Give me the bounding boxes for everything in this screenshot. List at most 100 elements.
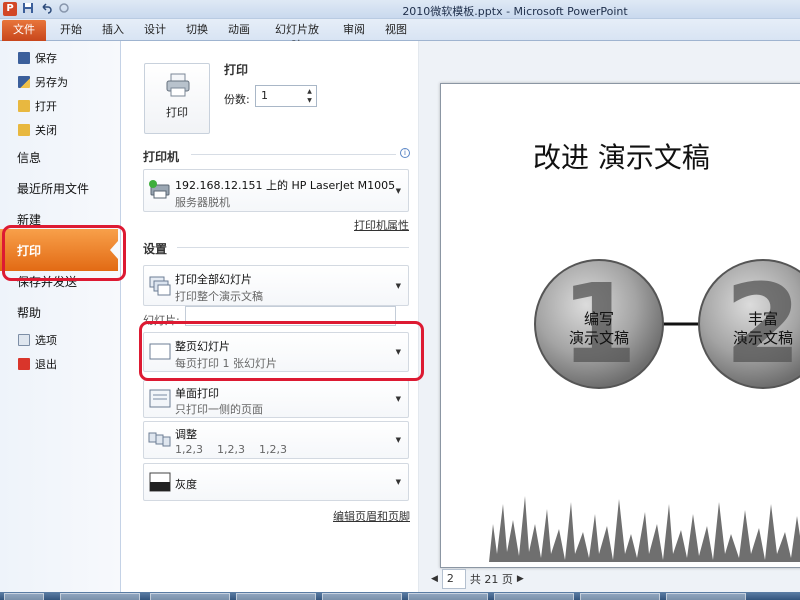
slides-input[interactable]: [185, 306, 396, 326]
taskbar-item[interactable]: [408, 593, 488, 600]
folder-open-icon: [18, 100, 30, 112]
nav-close[interactable]: 关闭: [18, 121, 57, 139]
print-preview-pane: 改进 演示文稿 1 2 编写 演示文稿 丰富 演示文稿 ◀ 2 共 21 页 ▶: [419, 41, 800, 600]
nav-new[interactable]: 新建: [17, 211, 41, 228]
nav-save-label: 保存: [35, 52, 57, 65]
info-icon[interactable]: i: [400, 148, 410, 158]
tab-view[interactable]: 视图: [383, 22, 409, 38]
color-main: 灰度: [175, 478, 197, 491]
chevron-down-icon: ▼: [395, 395, 401, 403]
printer-properties-link[interactable]: 打印机属性: [354, 217, 409, 233]
taskbar-item[interactable]: [494, 593, 574, 600]
tab-design[interactable]: 设计: [142, 22, 168, 38]
nav-help[interactable]: 帮助: [17, 304, 41, 321]
nav-open-label: 打开: [35, 100, 57, 113]
nav-info[interactable]: 信息: [17, 149, 41, 166]
nav-save[interactable]: 保存: [18, 49, 57, 67]
sides-dropdown[interactable]: 单面打印 只打印一侧的页面 ▼: [143, 380, 409, 418]
taskbar-item[interactable]: [580, 593, 660, 600]
tab-home[interactable]: 开始: [58, 22, 84, 38]
print-button-label: 打印: [166, 106, 188, 119]
page-number-input[interactable]: 2: [441, 569, 466, 589]
taskbar-item[interactable]: [150, 593, 230, 600]
nav-save-send[interactable]: 保存并发送: [17, 273, 77, 290]
copies-stepper[interactable]: ▲ ▼: [305, 87, 314, 105]
print-button[interactable]: 打印: [144, 63, 210, 134]
nav-recent[interactable]: 最近所用文件: [17, 180, 89, 197]
sides-sub: 只打印一侧的页面: [175, 403, 263, 416]
print-layout-dropdown[interactable]: 整页幻灯片 每页打印 1 张幻灯片 ▼: [143, 332, 409, 372]
edit-header-footer-link[interactable]: 编辑页眉和页脚: [333, 508, 410, 524]
printer-icon: [149, 180, 170, 199]
print-layout-sub: 每页打印 1 张幻灯片: [175, 357, 277, 370]
tab-file[interactable]: 文件: [2, 20, 46, 41]
collate-sub: 1,2,3 1,2,3 1,2,3: [175, 443, 287, 456]
taskbar-item[interactable]: [236, 593, 316, 600]
nav-options[interactable]: 选项: [18, 331, 57, 349]
printer-section-title: 打印机: [143, 150, 180, 164]
grass-decoration: [489, 496, 800, 562]
taskbar-item[interactable]: [666, 593, 746, 600]
ribbon-tab-bar: 文件 开始 插入 设计 切换 动画 幻灯片放映 审阅 视图: [0, 19, 800, 52]
printer-icon: [166, 73, 190, 97]
nav-exit-label: 退出: [35, 358, 57, 371]
chevron-down-icon: ▼: [395, 436, 401, 444]
save-as-icon: [18, 76, 30, 88]
nav-exit[interactable]: 退出: [18, 355, 57, 373]
full-page-slide-icon: [149, 343, 171, 360]
nav-print[interactable]: 打印: [0, 229, 118, 271]
tab-animations[interactable]: 动画: [226, 22, 252, 38]
backstage-nav: 保存 另存为 打开 关闭 信息 最近所用文件 新建 打印 保存并发送 帮助 选项…: [0, 41, 121, 600]
next-page-icon[interactable]: ▶: [517, 574, 524, 584]
collate-main: 调整: [175, 428, 197, 441]
sides-main: 单面打印: [175, 387, 219, 400]
page-navigator: ◀ 2 共 21 页 ▶: [431, 569, 524, 589]
save-icon: [18, 52, 30, 64]
tab-transitions[interactable]: 切换: [184, 22, 210, 38]
print-range-sub: 打印整个演示文稿: [175, 290, 263, 303]
taskbar-item[interactable]: [60, 593, 140, 600]
step2-label-line2: 演示文稿: [733, 329, 793, 347]
tab-review[interactable]: 审阅: [341, 22, 367, 38]
collate-icon: [148, 432, 171, 447]
taskbar-item[interactable]: [4, 593, 44, 600]
copies-input[interactable]: 1 ▲ ▼: [255, 85, 317, 107]
grayscale-icon: [149, 472, 171, 492]
chevron-down-icon: ▼: [395, 478, 401, 486]
print-range-main: 打印全部幻灯片: [175, 273, 252, 286]
window-title: 2010微软模板.pptx - Microsoft PowerPoint: [402, 5, 628, 18]
printer-status: 服务器脱机: [175, 196, 230, 209]
nav-open[interactable]: 打开: [18, 97, 57, 115]
step1-label-line1: 编写: [584, 310, 614, 328]
print-heading: 打印: [224, 63, 249, 77]
chevron-down-icon: ▼: [395, 348, 401, 356]
slides-label: 幻灯片:: [143, 314, 180, 327]
collate-dropdown[interactable]: 调整 1,2,3 1,2,3 1,2,3 ▼: [143, 421, 409, 459]
chevron-down-icon: ▼: [395, 187, 401, 195]
step1-label-line2: 演示文稿: [569, 329, 629, 347]
taskbar: [0, 592, 800, 600]
step2-label-line1: 丰富: [748, 310, 778, 328]
nav-options-label: 选项: [35, 334, 57, 347]
single-sided-icon: [149, 389, 171, 408]
print-range-dropdown[interactable]: 打印全部幻灯片 打印整个演示文稿 ▼: [143, 265, 409, 306]
taskbar-item[interactable]: [322, 593, 402, 600]
chevron-down-icon: ▼: [395, 282, 401, 290]
exit-icon: [18, 358, 30, 370]
color-dropdown[interactable]: 灰度 ▼: [143, 463, 409, 501]
title-bar: P 2010微软模板.pptx - Microsoft PowerPoint: [0, 0, 800, 19]
slide-preview: 改进 演示文稿 1 2 编写 演示文稿 丰富 演示文稿: [440, 83, 800, 568]
tab-slideshow[interactable]: 幻灯片放映: [270, 22, 324, 52]
folder-close-icon: [18, 124, 30, 136]
section-divider: [177, 247, 409, 248]
print-settings-pane: 打印 打印 份数: 1 ▲ ▼ 打印机 i 192.168.12.151 上的 H…: [121, 41, 419, 600]
options-icon: [18, 334, 30, 346]
prev-page-icon[interactable]: ◀: [431, 574, 438, 584]
settings-section-title: 设置: [143, 242, 168, 256]
tab-insert[interactable]: 插入: [100, 22, 126, 38]
slide-graphics: 1 2 编写 演示文稿 丰富 演示文稿: [489, 259, 800, 562]
slides-stack-icon: [149, 276, 171, 296]
printer-dropdown[interactable]: 192.168.12.151 上的 HP LaserJet M1005 服务器脱…: [143, 169, 409, 212]
printer-name: 192.168.12.151 上的 HP LaserJet M1005: [175, 179, 396, 192]
nav-save-as[interactable]: 另存为: [18, 73, 68, 91]
